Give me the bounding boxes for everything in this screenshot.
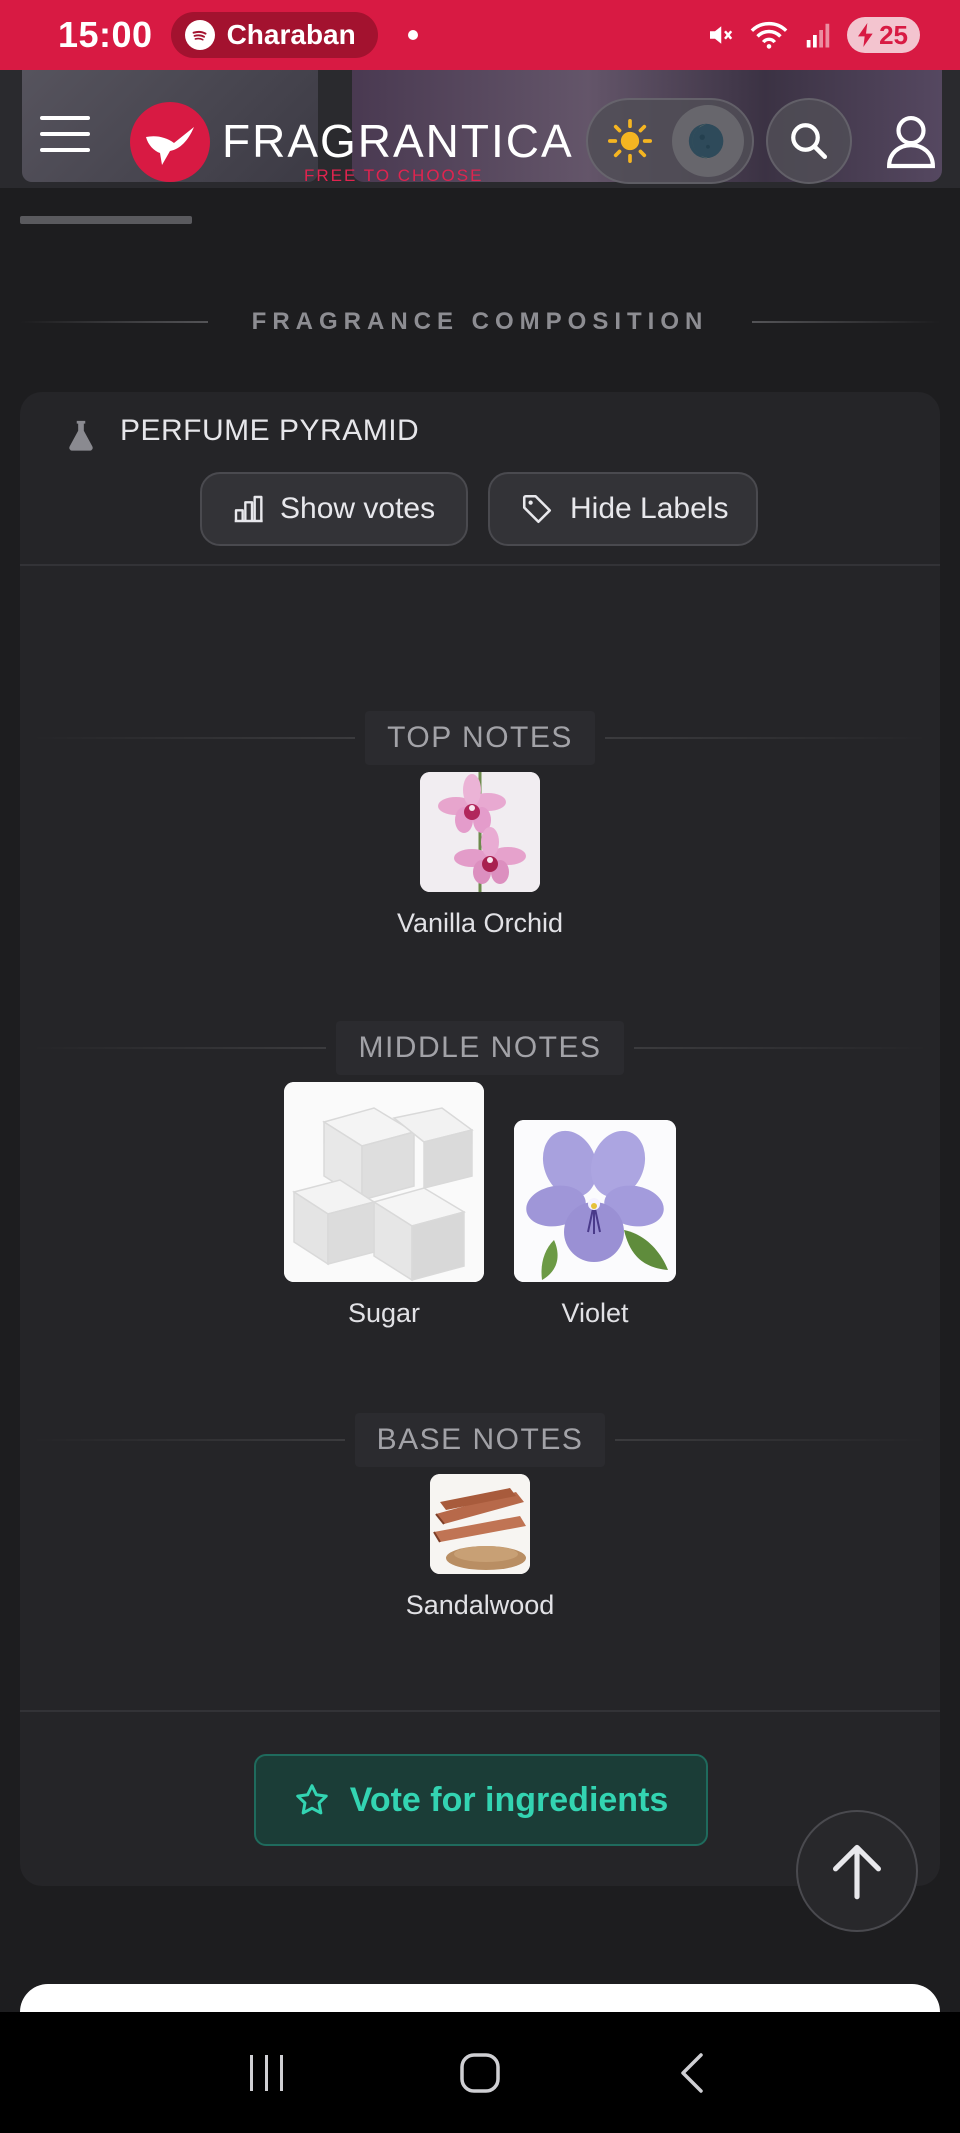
show-votes-label: Show votes xyxy=(280,492,436,525)
spotify-icon xyxy=(184,20,215,50)
back-icon[interactable] xyxy=(653,2043,733,2103)
media-title: Charaban xyxy=(226,19,356,50)
divider xyxy=(20,1710,940,1712)
theme-toggle[interactable] xyxy=(586,98,754,184)
note-violet[interactable]: Violet xyxy=(514,1120,676,1329)
scroll-to-top-button[interactable] xyxy=(796,1810,918,1932)
section-title-row: FRAGRANCE COMPOSITION xyxy=(20,302,941,342)
signal-icon xyxy=(806,23,830,48)
sun-icon[interactable] xyxy=(606,117,654,165)
note-name: Sugar xyxy=(347,1298,421,1328)
bar-chart-icon xyxy=(234,495,263,523)
site-header: FRAGRANTICA FREE TO CHOOSE xyxy=(0,70,960,188)
hide-labels-button[interactable]: Hide Labels xyxy=(488,472,758,546)
divider xyxy=(20,321,208,323)
moon-icon[interactable] xyxy=(672,105,744,177)
section-title: FRAGRANCE COMPOSITION xyxy=(251,308,709,335)
base-notes-header: BASE NOTES xyxy=(20,1412,940,1468)
media-pill[interactable]: Charaban xyxy=(170,12,378,58)
mute-icon xyxy=(710,26,733,44)
charging-icon xyxy=(858,23,873,47)
base-notes-label: BASE NOTES xyxy=(354,1413,606,1467)
status-icons: 25 xyxy=(705,17,920,53)
logo-text[interactable]: FRAGRANTICA xyxy=(222,114,574,168)
middle-notes-label: MIDDLE NOTES xyxy=(336,1021,624,1075)
note-name: Sandalwood xyxy=(405,1590,555,1620)
battery-level: 25 xyxy=(879,19,908,50)
notification-dot xyxy=(407,30,418,40)
system-nav-bar xyxy=(0,2012,960,2133)
perfume-pyramid-card: PERFUME PYRAMID Show votes Hide Labels T… xyxy=(20,392,940,1886)
violet-flower-image xyxy=(514,1120,676,1282)
note-sandalwood[interactable]: Sandalwood xyxy=(380,1474,580,1621)
note-name: Violet xyxy=(561,1298,629,1328)
hide-labels-label: Hide Labels xyxy=(570,492,729,525)
recent-apps-icon[interactable] xyxy=(227,2043,307,2103)
user-icon[interactable] xyxy=(878,108,944,174)
star-icon xyxy=(295,1784,328,1815)
middle-notes-header: MIDDLE NOTES xyxy=(20,1020,940,1076)
tag-icon xyxy=(522,494,552,524)
search-icon[interactable] xyxy=(766,98,852,184)
pyramid-title: PERFUME PYRAMID xyxy=(120,414,420,447)
sugar-cubes-image xyxy=(284,1082,484,1282)
top-notes-label: TOP NOTES xyxy=(365,711,595,765)
note-vanilla-orchid[interactable]: Vanilla Orchid xyxy=(380,772,580,939)
orchid-image xyxy=(420,772,540,892)
show-votes-button[interactable]: Show votes xyxy=(200,472,468,546)
divider xyxy=(752,321,941,323)
status-bar: 15:00 Charaban 25 xyxy=(0,0,960,70)
note-name: Vanilla Orchid xyxy=(396,908,564,938)
logo-bird-icon[interactable] xyxy=(130,102,210,182)
home-icon[interactable] xyxy=(440,2043,520,2103)
logo-tagline: FREE TO CHOOSE xyxy=(304,166,484,185)
menu-icon[interactable] xyxy=(40,116,90,152)
sandalwood-image xyxy=(430,1474,530,1574)
status-time: 15:00 xyxy=(58,14,153,55)
scroll-indicator xyxy=(20,216,192,224)
wifi-icon xyxy=(750,21,788,49)
arrow-up-icon xyxy=(833,1844,881,1900)
vote-ingredients-button[interactable]: Vote for ingredients xyxy=(254,1754,708,1846)
pyramid-header: PERFUME PYRAMID Show votes Hide Labels xyxy=(20,392,940,566)
flask-icon xyxy=(64,418,98,452)
battery-indicator: 25 xyxy=(847,17,920,53)
vote-ingredients-label: Vote for ingredients xyxy=(349,1780,669,1819)
top-notes-header: TOP NOTES xyxy=(20,710,940,766)
note-sugar[interactable]: Sugar xyxy=(284,1082,484,1329)
